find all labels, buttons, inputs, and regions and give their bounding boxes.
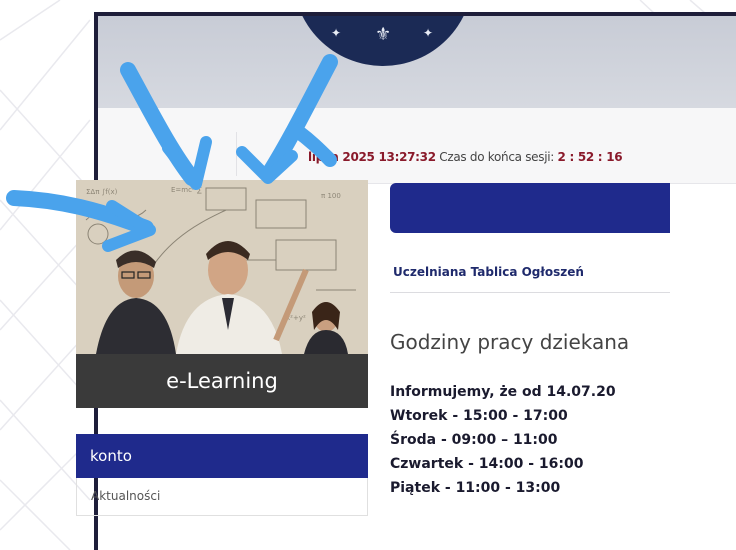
tab-divider xyxy=(390,292,670,293)
announcement-line: Piątek - 11:00 - 13:00 xyxy=(390,480,561,496)
session-countdown: 2 : 52 : 16 xyxy=(557,150,623,164)
announcement-line: Czwartek - 14:00 - 16:00 xyxy=(390,456,584,472)
svg-text:ΣΔπ ∫f(x): ΣΔπ ∫f(x) xyxy=(86,188,118,196)
svg-text:π 100: π 100 xyxy=(321,192,341,200)
announcement-title: Godziny pracy dziekana xyxy=(390,330,630,354)
account-title[interactable]: konto xyxy=(76,434,368,478)
countdown-label: Czas do końca sesji: xyxy=(439,150,555,164)
crest-icon: ⚜ xyxy=(375,24,392,45)
main-banner xyxy=(390,183,670,233)
account-panel: konto Aktualności xyxy=(76,434,368,516)
announcement-line: Informujemy, że od 14.07.20 xyxy=(390,384,616,400)
elearning-tile[interactable]: ΣΔπ ∫f(x) E=mc² ∑ π 100 x²+y² e-Learning xyxy=(76,180,368,408)
announcement-line: Środa - 09:00 – 11:00 xyxy=(390,432,558,448)
tab-announcements[interactable]: Uczelniana Tablica Ogłoszeń xyxy=(393,265,584,279)
elearning-label: e-Learning xyxy=(76,354,368,408)
session-bar: lipca 2025 13:27:32 Czas do końca sesji:… xyxy=(98,108,736,184)
divider xyxy=(236,132,237,176)
svg-text:E=mc² ∑: E=mc² ∑ xyxy=(171,186,202,194)
session-date: lipca 2025 13:27:32 xyxy=(308,150,436,164)
sidebar-item-news[interactable]: Aktualności xyxy=(76,478,368,516)
announcement-line: Wtorek - 15:00 - 17:00 xyxy=(390,408,568,424)
session-info: lipca 2025 13:27:32 Czas do końca sesji:… xyxy=(308,150,623,164)
elearning-photo: ΣΔπ ∫f(x) E=mc² ∑ π 100 x²+y² xyxy=(76,180,368,354)
announcement-body: Informujemy, że od 14.07.20 Wtorek - 15:… xyxy=(390,384,616,504)
